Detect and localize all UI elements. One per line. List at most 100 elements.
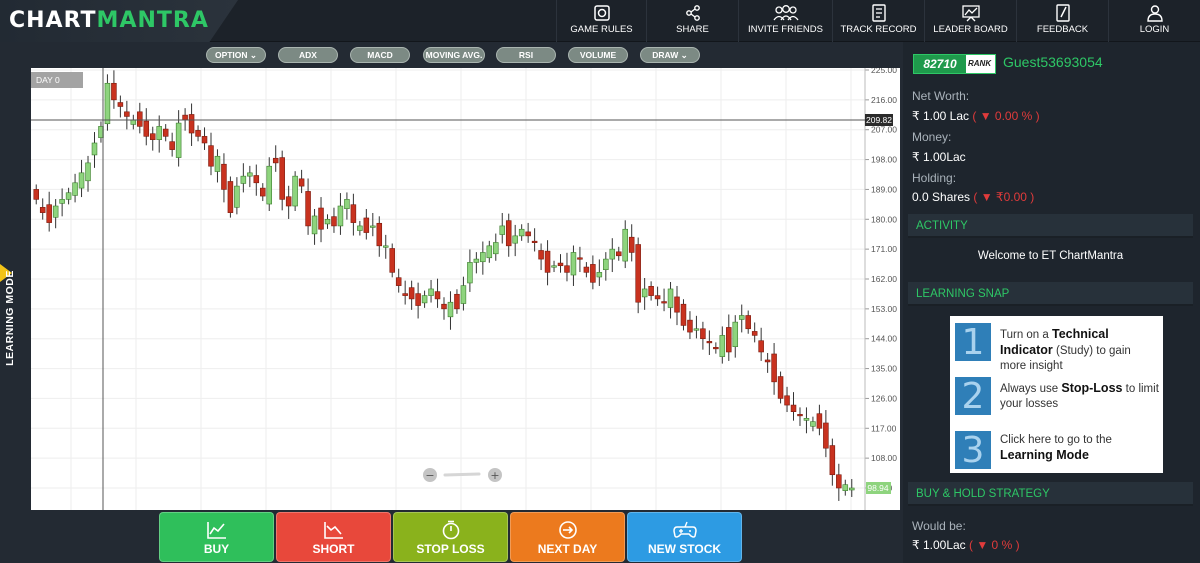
logo-text-chart: CHART bbox=[9, 8, 97, 33]
candle-down bbox=[279, 157, 285, 200]
holding-label: Holding: bbox=[912, 171, 957, 185]
candle-down bbox=[615, 251, 622, 257]
candle-up bbox=[247, 172, 253, 177]
candle-up bbox=[603, 258, 609, 271]
candle-up bbox=[175, 122, 182, 158]
candle-down bbox=[149, 133, 156, 140]
candle-down bbox=[771, 353, 777, 383]
snap-step-1-number: 1 bbox=[955, 323, 991, 363]
snap-step-1-text[interactable]: Turn on a Technical Indicator (Study) to… bbox=[1000, 327, 1160, 374]
nav-track-record[interactable]: TRACK RECORD bbox=[832, 0, 924, 42]
y-tick-label: 180.00 bbox=[871, 214, 897, 224]
zoom-in-label: + bbox=[490, 469, 499, 482]
indicator-adx[interactable]: ADX bbox=[278, 47, 338, 63]
short-button[interactable]: SHORT bbox=[276, 512, 391, 562]
indicator-rsi[interactable]: RSI bbox=[496, 47, 556, 63]
candle-down bbox=[169, 141, 175, 150]
candle-up bbox=[667, 288, 674, 308]
logo[interactable]: CHARTMANTRA bbox=[0, 0, 238, 42]
username[interactable]: Guest53693054 bbox=[1003, 54, 1103, 70]
y-tick-label: 198.00 bbox=[871, 155, 897, 165]
learning-mode-label: LEARNING MODE bbox=[4, 270, 16, 366]
buy-button[interactable]: BUY bbox=[159, 512, 274, 562]
nav-login[interactable]: LOGIN bbox=[1108, 0, 1200, 42]
candle-down bbox=[635, 244, 641, 303]
y-tick-label: 225.00 bbox=[871, 68, 897, 75]
candle-down bbox=[195, 130, 201, 137]
price-chart[interactable]: 225.00 216.00 207.00 198.00 189.00 180.00 171.… bbox=[31, 68, 900, 510]
snap-step-2-text[interactable]: Always use Stop-Loss to limit your losse… bbox=[1000, 381, 1160, 412]
candle-down bbox=[758, 340, 764, 353]
candle-down bbox=[331, 216, 337, 227]
next-arrow-icon bbox=[558, 521, 577, 539]
candle-down bbox=[713, 347, 719, 350]
indicator-macd[interactable]: MACD bbox=[350, 47, 410, 63]
buy-chart-icon bbox=[206, 522, 226, 539]
candle-down bbox=[836, 474, 842, 489]
candle-up bbox=[693, 328, 700, 331]
candle-down bbox=[415, 293, 421, 306]
snap-step-3-text[interactable]: Click here to go to the Learning Mode bbox=[1000, 433, 1160, 464]
nav-leader-board[interactable]: LEADER BOARD bbox=[924, 0, 1016, 42]
candle-down bbox=[124, 111, 130, 117]
indicator-moving-avg[interactable]: MOVING AVG. bbox=[423, 47, 485, 63]
candle-down bbox=[298, 178, 305, 187]
snap-step-3-bold: Learning Mode bbox=[1000, 448, 1089, 462]
zoom-slider[interactable] bbox=[443, 472, 481, 477]
candle-down bbox=[745, 315, 751, 330]
candle-down bbox=[816, 413, 823, 429]
candle-up bbox=[738, 315, 745, 320]
candle-up bbox=[78, 172, 85, 189]
logo-text-mantra: MANTRA bbox=[96, 8, 209, 33]
indicator-option[interactable]: OPTION ⌄ bbox=[206, 47, 266, 63]
zoom-control[interactable]: − + bbox=[423, 468, 502, 482]
candle-down bbox=[564, 265, 570, 273]
indicator-draw[interactable]: DRAW ⌄ bbox=[640, 47, 700, 63]
candle-down bbox=[137, 111, 143, 127]
y-tick-label: 207.00 bbox=[871, 125, 897, 135]
candle-up bbox=[732, 321, 739, 347]
candle-down bbox=[505, 220, 512, 247]
candle-up bbox=[292, 175, 298, 207]
indicator-toolbar: OPTION ⌄ ADX MACD MOVING AVG. RSI VOLUME… bbox=[30, 42, 902, 68]
candle-up bbox=[641, 288, 648, 298]
candle-down bbox=[285, 196, 292, 207]
candle-down bbox=[117, 102, 124, 107]
candle-down bbox=[395, 277, 402, 286]
net-worth-amount: ₹ 1.00 Lac bbox=[912, 109, 970, 123]
logo-text: CHARTMANTRA bbox=[9, 8, 209, 33]
indicator-volume[interactable]: VOLUME bbox=[568, 47, 628, 63]
next-day-button[interactable]: NEXT DAY bbox=[510, 512, 625, 562]
nav-invite-friends[interactable]: INVITE FRIENDS bbox=[738, 0, 832, 42]
candle-down bbox=[46, 204, 52, 223]
candle-down bbox=[111, 82, 117, 101]
candle-up bbox=[622, 228, 628, 262]
snap-step-2-number: 2 bbox=[955, 377, 991, 417]
nav-label: SHARE bbox=[676, 24, 709, 35]
would-be-amount: ₹ 1.00Lac bbox=[912, 538, 966, 552]
new-stock-button[interactable]: NEW STOCK bbox=[627, 512, 742, 562]
candle-up bbox=[499, 225, 506, 235]
candle-down bbox=[525, 231, 531, 237]
candlestick-chart[interactable]: 225.00 216.00 207.00 198.00 189.00 180.00 171.… bbox=[31, 68, 900, 510]
nav-feedback[interactable]: FEEDBACK bbox=[1016, 0, 1108, 42]
y-tick-label: 189.00 bbox=[871, 184, 897, 194]
candle-up bbox=[421, 295, 428, 304]
learning-snap-header: LEARNING SNAP bbox=[908, 282, 1193, 306]
stop-loss-button[interactable]: STOP LOSS bbox=[393, 512, 508, 562]
candle-down bbox=[143, 120, 150, 137]
candle-up bbox=[311, 215, 318, 235]
candle-down bbox=[33, 189, 39, 200]
game-rules-icon bbox=[593, 5, 610, 21]
candle-down bbox=[363, 217, 370, 233]
nav-share[interactable]: SHARE bbox=[646, 0, 738, 42]
candle-down bbox=[674, 296, 680, 313]
learning-snap-card[interactable]: 1 Turn on a Technical Indicator (Study) … bbox=[950, 316, 1163, 473]
learning-mode-tab[interactable]: LEARNING MODE bbox=[0, 42, 20, 563]
candle-down bbox=[201, 136, 208, 144]
candle-down bbox=[227, 181, 234, 213]
money-label: Money: bbox=[912, 130, 952, 144]
rank-badge: 82710 RANK bbox=[913, 54, 996, 74]
candle-up bbox=[473, 258, 480, 263]
nav-game-rules[interactable]: GAME RULES bbox=[556, 0, 646, 42]
